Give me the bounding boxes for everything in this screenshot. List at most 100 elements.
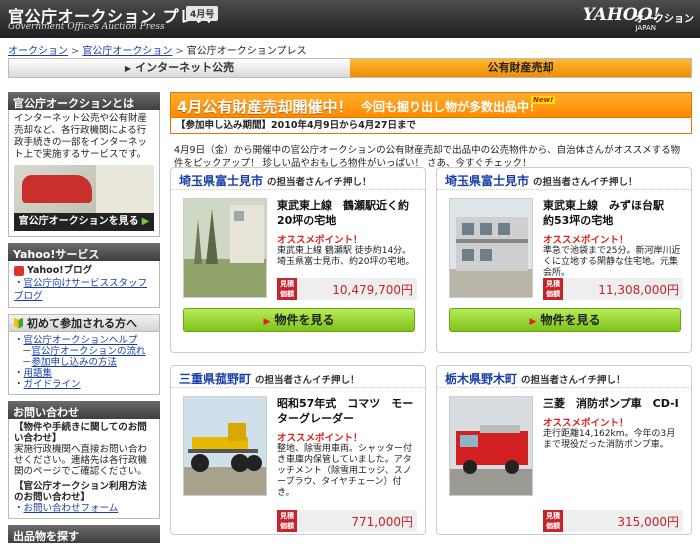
prefecture-link[interactable]: 埼玉県富士見市: [445, 174, 529, 188]
first-time-heading: 初めて参加される方へ: [8, 314, 160, 332]
card-header: 埼玉県富士見市 の担当者さんイチ押し！: [437, 168, 691, 190]
card-body: 東武東上線 みずほ台駅 約53坪の宅地 オススメポイント！ 準急で池袋まで25分…: [437, 190, 691, 332]
car-shape: [22, 175, 92, 203]
item-info: 三菱 消防ポンプ車 CD-I オススメポイント！ 走行距離14,162km。今年…: [543, 396, 683, 451]
play-icon: ▶: [263, 317, 271, 327]
item-info: 東武東上線 鶴瀬駅近く約20坪の宅地 オススメポイント！ 東武東上線 鶴瀬駅 徒…: [277, 198, 417, 268]
yahoo-services-box: Yahoo!ブログ ・官公庁向けサービススタッフブログ: [8, 261, 160, 308]
card-body: 東武東上線 鶴瀬駅近く約20坪の宅地 オススメポイント！ 東武東上線 鶴瀬駅 徒…: [171, 190, 425, 332]
view-item-label: 物件を見る: [274, 313, 335, 327]
prefecture-link[interactable]: 栃木県野木町: [445, 372, 517, 386]
auction-label[interactable]: オークション: [634, 10, 694, 25]
about-heading: 官公庁オークションとは: [8, 92, 160, 110]
new-badge: New!: [531, 96, 556, 104]
item-thumbnail[interactable]: [449, 396, 533, 496]
apply-link[interactable]: 参加申し込みの方法: [32, 357, 118, 368]
about-text: インターネット公売や公有財産売却など、各行政機関による行政手続きの一部をインター…: [14, 113, 148, 160]
search-items-heading: 出品物を探す: [8, 525, 160, 543]
view-auction-button[interactable]: 官公庁オークションを見る ▶: [14, 213, 154, 231]
item-title[interactable]: 三菱 消防ポンプ車 CD-I: [543, 396, 683, 411]
recommend-point-label: オススメポイント！: [277, 433, 363, 444]
breadcrumb-gov-auction[interactable]: 官公庁オークション: [82, 46, 172, 57]
price-row: 見積価額 10,479,700円: [277, 278, 417, 300]
price-row: 見積価額 771,000円: [277, 510, 417, 532]
beginner-mark-icon: [14, 317, 23, 329]
breadcrumb-current: 官公庁オークションプレス: [186, 46, 307, 57]
item-price: 10,479,700円: [332, 283, 413, 297]
estimate-badge: 見積価額: [543, 278, 563, 300]
contact-q1-title: 【物件や手続きに関してのお問い合わせ】: [14, 422, 147, 444]
view-item-button[interactable]: ▶ 物件を見る: [449, 308, 681, 332]
item-description: 整地、除雪用車両。シャッター付き車庫内保管していました。アタッチメント（除雪用エ…: [277, 444, 413, 498]
card-header-tail: の担当者さんイチ押し！: [267, 177, 372, 188]
item-info: 昭和57年式 コマツ モーターグレーダー オススメポイント！ 整地、除雪用車両。…: [277, 396, 417, 499]
glossary-link[interactable]: 用語集: [24, 368, 53, 379]
category-tabs: ▶ インターネット公売 公有財産売却: [8, 58, 692, 78]
guideline-link[interactable]: ガイドライン: [24, 379, 81, 390]
staff-blog-link[interactable]: 官公庁向けサービススタッフブログ: [14, 278, 147, 302]
card-header: 埼玉県富士見市 の担当者さんイチ押し！: [171, 168, 425, 190]
estimate-badge: 見積価額: [543, 510, 563, 532]
recommend-point-label: オススメポイント！: [543, 418, 629, 429]
item-description: 準急で池袋まで25分。新河岸川近くに立地する閑静な住宅地。元集会所。: [543, 246, 681, 278]
item-title[interactable]: 昭和57年式 コマツ モーターグレーダー: [277, 396, 417, 426]
tab-internet-sale-label: インターネット公売: [135, 61, 235, 74]
item-description: 東武東上線 鶴瀬駅 徒歩約14分。埼玉県富士見市、約20坪の宅地。: [277, 246, 415, 267]
play-icon: ▶: [124, 64, 132, 73]
flow-link[interactable]: 官公庁オークションの流れ: [32, 346, 146, 357]
fire-truck-photo: [450, 397, 532, 495]
item-title[interactable]: 東武東上線 みずほ台駅 約53坪の宅地: [543, 198, 683, 228]
item-price: 771,000円: [351, 515, 413, 529]
view-item-button[interactable]: ▶ 物件を見る: [183, 308, 415, 332]
help-link-row: ・官公庁オークションヘルプ: [14, 335, 138, 346]
item-price: 11,308,000円: [598, 283, 679, 297]
yahoo-blog-label: Yahoo!ブログ: [27, 265, 93, 276]
item-card: 埼玉県富士見市 の担当者さんイチ押し！ 東武東上線 みずほ台駅 約53坪の宅地 …: [436, 167, 692, 353]
yahoo-blog-row[interactable]: Yahoo!ブログ: [14, 264, 154, 277]
item-title[interactable]: 東武東上線 鶴瀬駅近く約20坪の宅地: [277, 198, 417, 228]
prefecture-link[interactable]: 埼玉県富士見市: [179, 174, 263, 188]
contact-q2-title: 【官公庁オークション利用方法のお問い合わせ】: [14, 481, 148, 503]
tab-internet-sale[interactable]: ▶ インターネット公売: [9, 59, 350, 77]
staff-blog-row: ・官公庁向けサービススタッフブログ: [14, 278, 148, 302]
glossary-link-row: ・用語集: [14, 368, 53, 379]
prefecture-link[interactable]: 三重県菰野町: [179, 372, 251, 386]
flow-link-row: －官公庁オークションの流れ: [22, 346, 146, 357]
yahoo-logo-sub: JAPAN: [635, 24, 656, 32]
contact-heading: お問い合わせ: [8, 401, 160, 419]
item-thumbnail[interactable]: [183, 396, 267, 496]
guideline-link-row: ・ガイドライン: [14, 379, 81, 390]
tab-public-property[interactable]: 公有財産売却: [350, 59, 691, 77]
apply-link-row: －参加申し込みの方法: [22, 357, 118, 368]
contact-q1-text: 実施行政機関へ直接お問い合わせください。連絡先は各行政機関のページでご確認くださ…: [14, 444, 148, 477]
contact-form-link[interactable]: お問い合わせフォーム: [24, 503, 119, 514]
grader-photo: [184, 397, 266, 495]
help-link[interactable]: 官公庁オークションヘルプ: [24, 335, 138, 346]
blog-icon: [14, 265, 24, 276]
yahoo-services-heading: Yahoo!サービス: [8, 243, 160, 261]
sale-banner: 4月公有財産売却開催中！ 今回も掘り出し物が多数出品中！ New!: [170, 92, 692, 118]
play-icon: ▶: [529, 317, 537, 327]
item-thumbnail[interactable]: [449, 198, 533, 298]
card-header-tail: の担当者さんイチ押し！: [533, 177, 638, 188]
item-thumbnail[interactable]: [183, 198, 267, 298]
site-subtitle: Government Offices Auction Press: [8, 22, 165, 32]
item-card: 三重県菰野町 の担当者さんイチ押し！ 昭和57年式 コマツ モーターグレーダー …: [170, 365, 426, 535]
contact-box: 【物件や手続きに関してのお問い合わせ】 実施行政機関へ直接お問い合わせください。…: [8, 419, 160, 519]
about-photo[interactable]: [14, 165, 154, 213]
card-body: 昭和57年式 コマツ モーターグレーダー オススメポイント！ 整地、除雪用車両。…: [171, 388, 425, 532]
banner-title: 4月公有財産売却開催中！: [177, 98, 353, 116]
card-header-tail: の担当者さんイチ押し！: [255, 375, 360, 386]
contact-form-row: ・お問い合わせフォーム: [14, 503, 119, 514]
card-header: 栃木県野木町 の担当者さんイチ押し！: [437, 366, 691, 388]
sidebar: 官公庁オークションとは インターネット公売や公有財産売却など、各行政機関による行…: [8, 92, 160, 543]
item-info: 東武東上線 みずほ台駅 約53坪の宅地 オススメポイント！ 準急で池袋まで25分…: [543, 198, 683, 279]
item-description: 走行距離14,162km。今年の3月まで現役だった消防ポンプ車。: [543, 429, 676, 450]
recommend-point-label: オススメポイント！: [543, 235, 629, 246]
card-header: 三重県菰野町 の担当者さんイチ押し！: [171, 366, 425, 388]
estimate-badge: 見積価額: [277, 278, 297, 300]
about-box: インターネット公売や公有財産売却など、各行政機関による行政手続きの一部をインター…: [8, 110, 160, 237]
first-time-heading-label: 初めて参加される方へ: [27, 317, 137, 330]
breadcrumb: オークション > 官公庁オークション > 官公庁オークションプレス: [8, 42, 306, 57]
breadcrumb-auction[interactable]: オークション: [8, 46, 68, 57]
